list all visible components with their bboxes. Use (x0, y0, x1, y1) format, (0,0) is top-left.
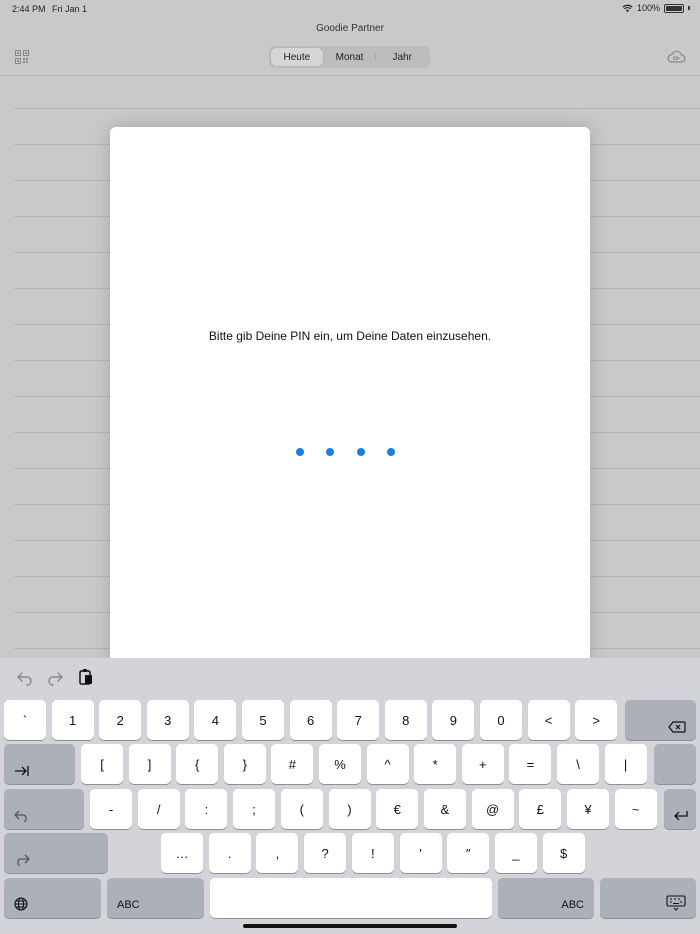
key[interactable]: & (423, 789, 466, 829)
battery-icon (664, 3, 684, 13)
key[interactable]: 6 (289, 700, 332, 740)
key[interactable]: , (256, 833, 299, 873)
key[interactable]: $ (542, 833, 585, 873)
keyboard: ` 1 2 3 4 5 6 7 8 9 0 < > []{} #% ^ * + = \ | - /:;() € & @ £ ¥ ~ ….,… (0, 658, 700, 934)
key[interactable]: … (161, 833, 203, 873)
pin-modal: Bitte gib Deine PIN ein, um Deine Daten … (110, 127, 590, 667)
key[interactable]: * (414, 744, 457, 784)
key[interactable]: - (90, 789, 132, 829)
qr-code-icon[interactable] (15, 50, 29, 64)
tab-key[interactable] (4, 744, 75, 784)
hide-keyboard-key[interactable] (600, 878, 696, 918)
pin-dots (296, 448, 406, 458)
key[interactable]: ! (351, 833, 394, 873)
key[interactable]: 8 (384, 700, 427, 740)
key[interactable]: 3 (146, 700, 189, 740)
header-divider (0, 75, 700, 76)
undo-key[interactable] (4, 789, 84, 829)
key[interactable]: # (271, 744, 314, 784)
globe-key[interactable] (4, 878, 101, 918)
key[interactable]: < (527, 700, 570, 740)
key[interactable]: ′ (399, 833, 442, 873)
key[interactable]: £ (519, 789, 562, 829)
key[interactable]: + (461, 744, 504, 784)
status-bar: 2:44 PM Fri Jan 1 100% (0, 0, 700, 18)
pin-dot (326, 448, 334, 456)
key[interactable]: \ (557, 744, 599, 784)
key[interactable]: ) (328, 789, 371, 829)
key[interactable]: ¥ (567, 789, 609, 829)
key[interactable]: € (376, 789, 419, 829)
key[interactable]: ? (304, 833, 347, 873)
cloud-sync-icon[interactable] (666, 49, 686, 65)
key[interactable]: 1 (51, 700, 94, 740)
redo-key[interactable] (4, 833, 108, 873)
key[interactable]: = (509, 744, 552, 784)
period-segmented-control: Heute Monat Jahr (269, 46, 430, 68)
key[interactable]: ~ (614, 789, 657, 829)
abc-key-right[interactable]: ABC (498, 878, 594, 918)
keyboard-toolbar (0, 658, 700, 698)
status-date: Fri Jan 1 (52, 4, 88, 14)
tab-icon (15, 766, 29, 776)
key[interactable]: : (185, 789, 228, 829)
key[interactable]: 4 (194, 700, 237, 740)
undo-icon[interactable] (16, 668, 34, 686)
space-key[interactable] (210, 878, 492, 918)
segment-jahr[interactable]: Jahr (376, 48, 428, 66)
key[interactable]: 5 (242, 700, 284, 740)
undo-icon (14, 810, 27, 822)
key[interactable]: . (208, 833, 251, 873)
key[interactable]: ″ (447, 833, 490, 873)
key[interactable]: % (319, 744, 361, 784)
status-indicators: 100% (622, 3, 690, 13)
pin-prompt: Bitte gib Deine PIN ein, um Deine Daten … (208, 329, 492, 343)
home-indicator (243, 924, 457, 928)
pin-dot (387, 448, 395, 456)
pin-dot (296, 448, 304, 456)
key[interactable]: { (176, 744, 219, 784)
key[interactable]: ; (233, 789, 276, 829)
delete-icon (668, 721, 686, 733)
key[interactable]: 2 (99, 700, 142, 740)
pin-dot (357, 448, 365, 456)
key[interactable]: ^ (366, 744, 409, 784)
keyboard-dismiss-icon (666, 895, 686, 911)
segment-monat[interactable]: Monat (324, 48, 376, 66)
key[interactable]: 7 (337, 700, 380, 740)
paste-icon[interactable] (77, 668, 95, 686)
key[interactable]: > (575, 700, 618, 740)
key[interactable]: 0 (480, 700, 522, 740)
app-title: Goodie Partner (316, 23, 384, 34)
redo-icon (17, 854, 30, 866)
key[interactable]: _ (494, 833, 537, 873)
battery-tip (688, 6, 690, 10)
globe-icon (14, 897, 28, 911)
key[interactable]: 9 (432, 700, 475, 740)
abc-key-left[interactable]: ABC (107, 878, 204, 918)
wifi-icon (622, 4, 633, 12)
key[interactable]: ( (280, 789, 323, 829)
key[interactable]: ` (4, 700, 46, 740)
key[interactable]: @ (471, 789, 514, 829)
return-key[interactable] (664, 789, 696, 829)
return-key-top[interactable] (654, 744, 696, 784)
delete-key[interactable] (625, 700, 696, 740)
key[interactable]: ] (128, 744, 171, 784)
return-icon (674, 811, 688, 821)
status-time: 2:44 PM (12, 4, 46, 14)
key[interactable]: / (137, 789, 180, 829)
key[interactable]: } (223, 744, 266, 784)
segment-heute[interactable]: Heute (271, 48, 323, 66)
key[interactable]: | (604, 744, 647, 784)
key[interactable]: [ (81, 744, 123, 784)
battery-percent: 100% (636, 3, 660, 13)
redo-icon[interactable] (46, 668, 64, 686)
